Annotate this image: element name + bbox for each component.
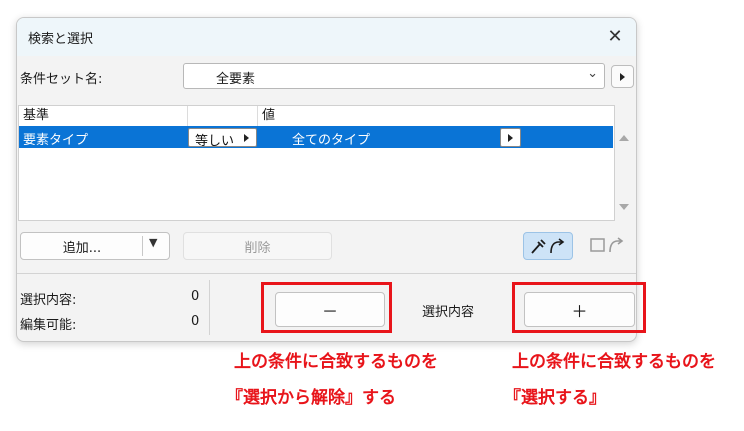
editable-count: 0 [191, 314, 200, 329]
title-bar: 検索と選択 ✕ [17, 18, 636, 56]
status-divider [209, 280, 210, 335]
separator [17, 273, 636, 274]
row-criterion: 要素タイプ [23, 133, 89, 148]
pick-selection-toggle[interactable] [583, 232, 631, 258]
window-title: 検索と選択 [28, 32, 94, 47]
operator-value: 等しい [195, 134, 235, 149]
annotation-select-line2: 『選択する』 [504, 388, 606, 408]
header-divider [187, 106, 188, 126]
selected-count: 0 [191, 289, 200, 304]
pick-parameters-toggle[interactable] [523, 232, 573, 260]
annotation-deselect-line1: 上の条件に合致するものを [234, 352, 438, 372]
delete-button-label: 削除 [244, 240, 271, 256]
annotation-deselect-line2: 『選択から解除』する [226, 388, 396, 408]
selection-label: 選択内容 [422, 305, 475, 320]
caret-down-icon[interactable]: ▼ [149, 236, 157, 249]
header-divider [257, 106, 258, 126]
table-row[interactable]: 要素タイプ 等しい 全てのタイプ [19, 126, 613, 149]
eyedropper-icon [531, 238, 565, 254]
marquee-icon [590, 237, 624, 253]
header-value: 値 [262, 108, 276, 123]
delete-button[interactable]: 削除 [183, 232, 332, 260]
operator-dropdown[interactable]: 等しい [188, 128, 257, 149]
chevron-down-icon: ⌄ [587, 66, 598, 81]
close-icon[interactable]: ✕ [604, 25, 626, 47]
scroll-up-icon[interactable] [619, 135, 629, 141]
header-criterion: 基準 [23, 108, 50, 123]
criteria-set-label: 条件セット名: [20, 72, 103, 87]
row-value: 全てのタイプ [292, 133, 371, 148]
split-divider [142, 236, 143, 256]
annotation-select-line1: 上の条件に合致するものを [512, 352, 716, 372]
add-button[interactable]: 追加... ▼ [20, 232, 170, 260]
deselect-highlight-box [261, 282, 392, 333]
arrow-right-icon [620, 72, 625, 81]
add-button-label: 追加... [62, 240, 102, 256]
arrow-right-icon [244, 134, 249, 142]
criteria-set-value: 全要素 [216, 72, 256, 87]
criteria-set-menu-button[interactable] [611, 65, 634, 88]
selected-label: 選択内容: [20, 293, 77, 308]
value-menu-button[interactable] [500, 128, 521, 147]
criteria-set-dropdown[interactable]: 全要素 ⌄ [183, 63, 605, 89]
scroll-down-icon[interactable] [619, 204, 629, 210]
editable-label: 編集可能: [20, 318, 77, 333]
criteria-list[interactable]: 基準 値 要素タイプ 等しい 全てのタイプ [18, 105, 615, 221]
select-highlight-box [512, 282, 646, 333]
arrow-right-icon [508, 133, 513, 142]
